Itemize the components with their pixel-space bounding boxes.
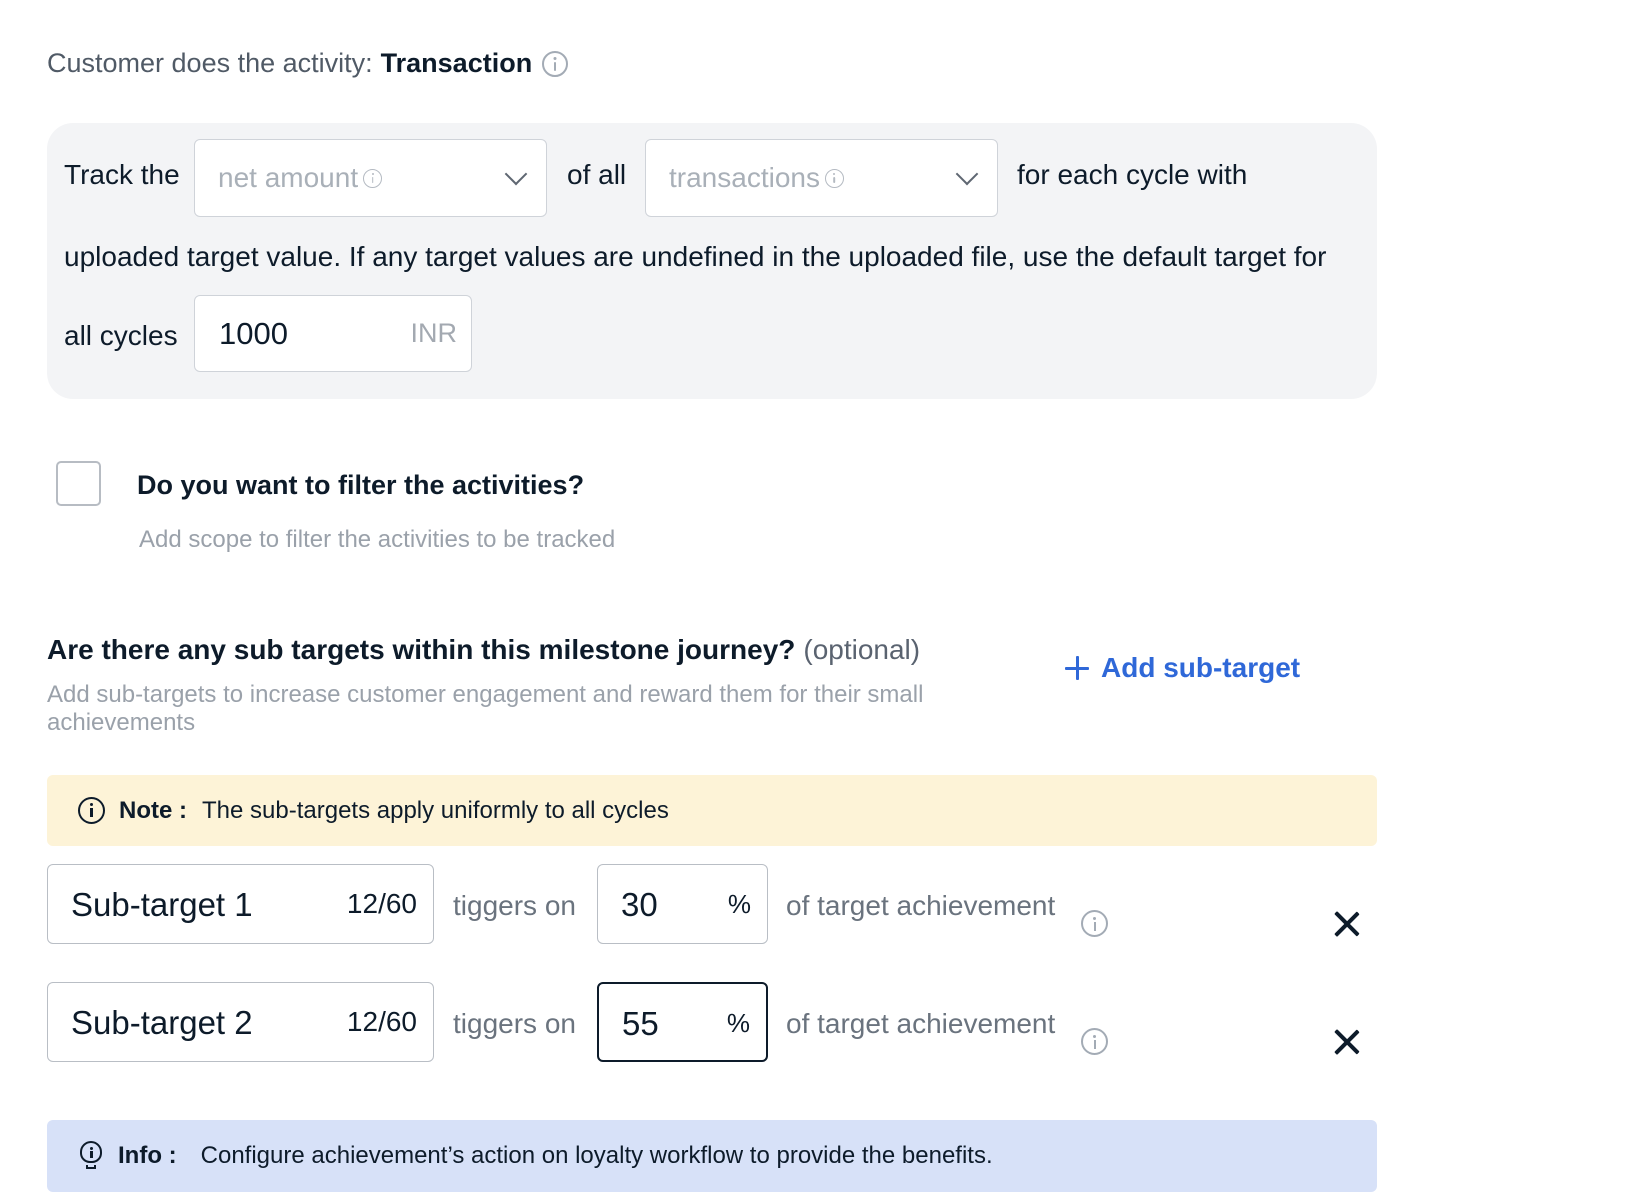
percent-value: 30 <box>621 886 658 923</box>
add-sub-target-button[interactable]: Add sub-target <box>1065 652 1300 684</box>
activity-line: Customer does the activity: Transaction <box>47 48 569 79</box>
sub-target-name-input[interactable]: Sub-target 2 12/60 <box>47 982 434 1062</box>
info-circle-icon[interactable] <box>824 168 844 188</box>
all-cycles-label: all cycles <box>64 320 178 351</box>
info-banner: Info : Configure achievement’s action on… <box>47 1120 1377 1192</box>
sub-target-name: Sub-target 2 <box>71 1004 253 1041</box>
percent-input[interactable]: 55 % <box>597 982 768 1062</box>
sub-target-help-text: Add sub-targets to increase customer eng… <box>47 681 924 736</box>
default-target-input[interactable]: 1000 INR <box>194 295 472 372</box>
triggers-on-label: tiggers on <box>453 890 576 921</box>
note-text: The sub-targets apply uniformly to all c… <box>202 796 669 824</box>
info-label: Info : <box>118 1142 177 1169</box>
note-banner: Note : The sub-targets apply uniformly t… <box>47 775 1377 846</box>
close-icon[interactable] <box>1332 1028 1360 1056</box>
info-circle-icon[interactable] <box>1081 910 1108 937</box>
info-text: Configure achievement’s action on loyalt… <box>200 1142 993 1169</box>
percent-value: 55 <box>622 1005 659 1042</box>
default-target-value: 1000 <box>219 316 288 351</box>
optional-label: (optional) <box>803 634 921 665</box>
percent-input[interactable]: 30 % <box>597 864 768 944</box>
info-circle-icon[interactable] <box>542 50 569 77</box>
note-label: Note : <box>119 796 187 824</box>
entity-select[interactable]: transactions <box>645 139 998 217</box>
sub-target-question: Are there any sub targets within this mi… <box>47 634 920 666</box>
info-circle-icon[interactable] <box>363 168 383 188</box>
entity-select-value: transactions <box>669 162 820 193</box>
sub-target-name-input[interactable]: Sub-target 1 12/60 <box>47 864 434 944</box>
add-sub-target-label: Add sub-target <box>1101 652 1301 683</box>
metric-select-value: net amount <box>218 162 359 193</box>
filter-checkbox[interactable] <box>56 461 101 506</box>
of-all-label: of all <box>567 159 627 190</box>
activity-prefix: Customer does the activity: <box>47 48 373 78</box>
metric-select[interactable]: net amount <box>194 139 547 217</box>
sub-target-question-text: Are there any sub targets within this mi… <box>47 634 796 665</box>
info-circle-icon <box>78 797 105 824</box>
char-count: 12/60 <box>346 888 417 919</box>
target-achievement-label: of target achievement <box>786 1008 1056 1039</box>
triggers-on-label: tiggers on <box>453 1008 576 1039</box>
activity-value: Transaction <box>380 48 533 78</box>
filter-question: Do you want to filter the activities? <box>137 470 585 500</box>
sub-target-name: Sub-target 1 <box>71 886 253 923</box>
percent-sign: % <box>726 1008 750 1038</box>
uploaded-target-text: uploaded target value. If any target val… <box>64 241 1327 272</box>
chevron-down-icon <box>504 162 528 186</box>
plus-icon <box>1065 656 1089 680</box>
char-count: 12/60 <box>346 1006 417 1037</box>
for-each-cycle-label: for each cycle with <box>1017 159 1248 190</box>
track-the-label: Track the <box>64 159 180 190</box>
filter-help-text: Add scope to filter the activities to be… <box>139 526 616 553</box>
currency-unit: INR <box>410 318 458 348</box>
target-achievement-label: of target achievement <box>786 890 1056 921</box>
lightbulb-icon <box>80 1141 102 1171</box>
percent-sign: % <box>727 889 751 919</box>
info-circle-icon[interactable] <box>1081 1028 1108 1055</box>
close-icon[interactable] <box>1332 910 1360 938</box>
chevron-down-icon <box>955 162 979 186</box>
